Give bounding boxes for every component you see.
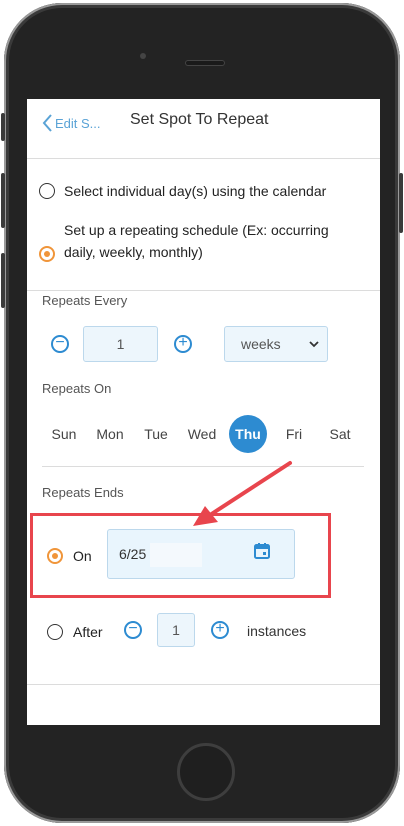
volume-down-button [1,253,5,308]
ends-after-option[interactable]: After [47,621,103,643]
calendar-option-label: Select individual day(s) using the calen… [64,183,327,199]
repeating-option-label: Set up a repeating schedule (Ex: occurri… [64,219,329,263]
day-fri[interactable]: Fri [278,415,310,453]
repeat-unit-value: weeks [241,336,281,352]
mute-switch [1,113,5,141]
repeat-interval-input[interactable]: 1 [83,326,158,362]
divider [27,684,380,685]
volume-up-button [1,173,5,228]
day-sat[interactable]: Sat [323,415,357,453]
day-wed[interactable]: Wed [182,415,222,453]
instances-increment-button[interactable]: + [211,621,229,639]
calendar-radio[interactable] [39,183,55,199]
annotation-highlight-box [30,513,331,598]
instances-label: instances [247,623,307,639]
instances-input[interactable]: 1 [157,613,195,647]
divider [42,466,364,467]
header: Edit S... Set Spot To Repeat [27,99,380,159]
earpiece-speaker [185,60,225,66]
power-button [399,173,403,233]
minus-icon: − [55,334,65,351]
repeating-radio[interactable] [39,246,55,262]
increment-button[interactable]: + [174,335,192,353]
divider [27,290,380,291]
chevron-down-icon [309,341,319,348]
plus-icon: + [178,334,188,351]
ends-after-radio[interactable] [47,624,63,640]
home-button[interactable] [177,743,235,801]
repeats-every-label: Repeats Every [42,293,128,308]
back-label: Edit S... [55,115,101,131]
option-calendar[interactable]: Select individual day(s) using the calen… [39,180,326,202]
instances-decrement-button[interactable]: − [124,621,142,639]
page-title: Set Spot To Repeat [130,111,269,128]
day-tue[interactable]: Tue [139,415,173,453]
app-screen: Edit S... Set Spot To Repeat Select indi… [27,99,380,725]
plus-icon: + [215,620,225,637]
day-thu[interactable]: Thu [229,415,267,453]
back-button[interactable]: Edit S... [41,113,101,133]
repeating-label-line1: Set up a repeating schedule (Ex: occurri… [64,222,329,238]
repeat-unit-select[interactable]: weeks [224,326,328,362]
option-repeating[interactable]: Set up a repeating schedule (Ex: occurri… [39,219,329,263]
day-picker: Sun Mon Tue Wed Thu Fri Sat [27,415,380,453]
front-camera [140,53,146,59]
decrement-button[interactable]: − [51,335,69,353]
chevron-left-icon [42,114,52,132]
minus-icon: − [128,620,138,637]
day-sun[interactable]: Sun [47,415,81,453]
repeats-ends-label: Repeats Ends [42,485,124,500]
repeating-label-line2: daily, weekly, monthly) [64,244,203,260]
ends-after-label: After [73,624,103,640]
day-mon[interactable]: Mon [91,415,129,453]
repeats-on-label: Repeats On [42,381,112,396]
